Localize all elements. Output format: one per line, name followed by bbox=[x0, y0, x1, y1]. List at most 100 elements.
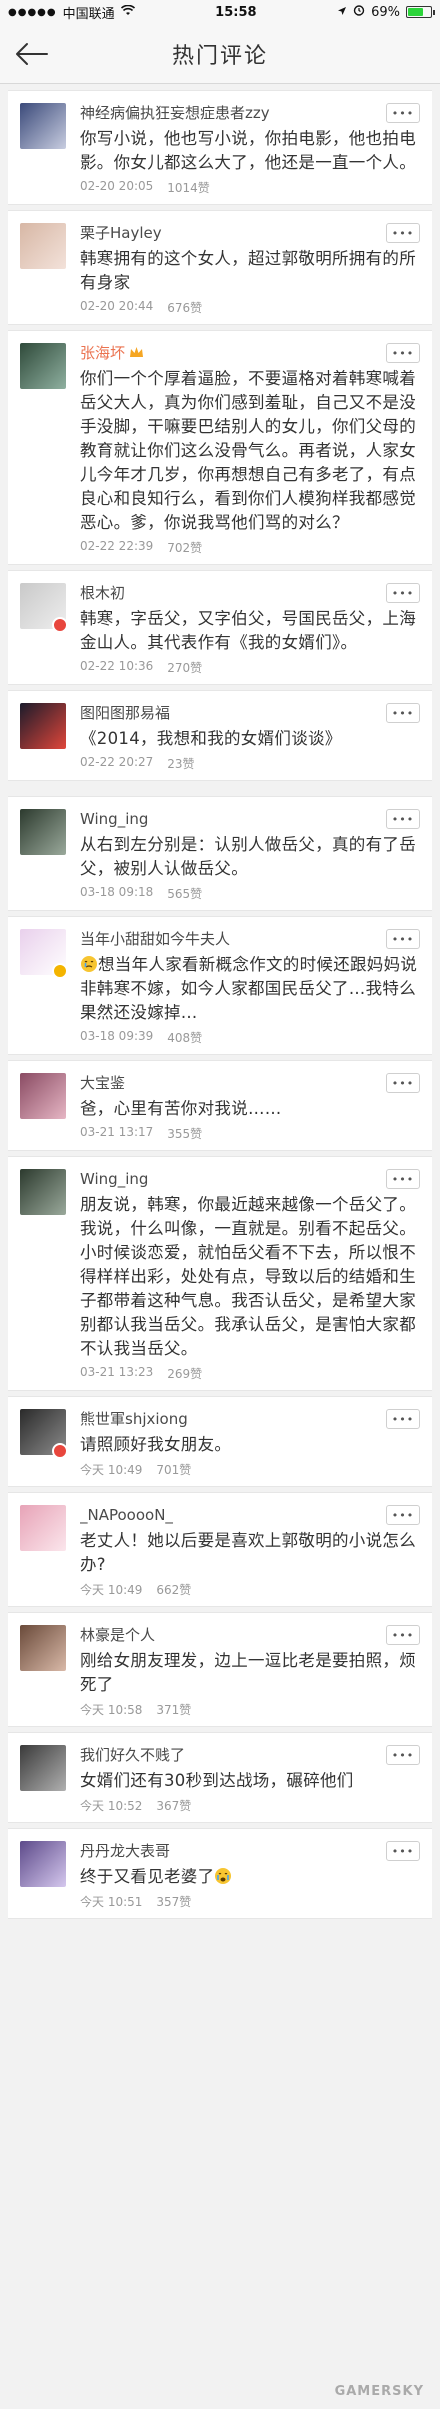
comment-date: 今天 10:49 bbox=[80, 1583, 143, 1597]
more-button[interactable]: ••• bbox=[386, 103, 420, 123]
crying-emoji-icon bbox=[215, 1868, 232, 1884]
tree-avatar[interactable] bbox=[20, 809, 66, 855]
comment-username[interactable]: 熊世軍shjxiong bbox=[80, 1407, 420, 1431]
comment-username[interactable]: 张海坏 bbox=[80, 341, 420, 365]
comment-date: 今天 10:52 bbox=[80, 1799, 143, 1813]
username-text: 根木初 bbox=[80, 584, 126, 602]
more-button[interactable]: ••• bbox=[386, 1073, 420, 1093]
like-count[interactable]: 701赞 bbox=[156, 1461, 191, 1478]
anime-avatar[interactable] bbox=[20, 103, 66, 149]
like-count[interactable]: 702赞 bbox=[167, 539, 202, 556]
tree-avatar[interactable] bbox=[20, 1169, 66, 1215]
comment-username[interactable]: 神经病偏执狂妄想症患者zzy bbox=[80, 101, 420, 125]
comment-username[interactable]: 图阳图那易福 bbox=[80, 701, 420, 725]
comment-text: 朋友说，韩寒，你最近越来越像一个岳父了。我说，什么叫像，一直就是。别看不起岳父。… bbox=[80, 1193, 420, 1361]
comment-card[interactable]: ••• 根木初 韩寒，字岳父，又字伯父，号国民岳父，上海金山人。其代表作有《我的女婿… bbox=[8, 570, 432, 685]
comment-username[interactable]: 我们好久不贱了 bbox=[80, 1743, 420, 1767]
like-count[interactable]: 565赞 bbox=[167, 885, 202, 902]
comment-username[interactable]: 林豪是个人 bbox=[80, 1623, 420, 1647]
comment-meta: 02-22 22:39 702赞 bbox=[80, 539, 420, 556]
more-button[interactable]: ••• bbox=[386, 343, 420, 363]
comment-card[interactable]: ••• Wing_ing 从右到左分别是：认别人做岳父，真的有了岳父，被别人认做岳父… bbox=[8, 796, 432, 911]
more-button[interactable]: ••• bbox=[386, 809, 420, 829]
more-button[interactable]: ••• bbox=[386, 1745, 420, 1765]
comment-body: 朋友说，韩寒，你最近越来越像一个岳父了。我说，什么叫像，一直就是。别看不起岳父。… bbox=[80, 1195, 416, 1358]
carrier-label: 中国联通 bbox=[62, 6, 115, 22]
comment-meta: 02-20 20:44 676赞 bbox=[80, 299, 420, 316]
more-button[interactable]: ••• bbox=[386, 583, 420, 603]
comment-date: 今天 10:49 bbox=[80, 1463, 143, 1477]
purple-avatar[interactable] bbox=[20, 1841, 66, 1887]
more-button[interactable]: ••• bbox=[386, 929, 420, 949]
like-count[interactable]: 662赞 bbox=[156, 1581, 191, 1598]
crown-icon bbox=[130, 347, 144, 357]
comment-username[interactable]: Wing_ing bbox=[80, 807, 420, 831]
like-count[interactable]: 408赞 bbox=[167, 1029, 202, 1046]
status-bar: ●●●●● 中国联通 15:58 69% bbox=[0, 0, 440, 24]
more-button[interactable]: ••• bbox=[386, 1505, 420, 1525]
like-count[interactable]: 355赞 bbox=[167, 1125, 202, 1142]
comment-date: 03-21 13:23 bbox=[80, 1365, 154, 1379]
comment-meta: 02-20 20:05 1014赞 bbox=[80, 179, 420, 196]
comment-date: 03-18 09:18 bbox=[80, 885, 154, 899]
comment-text: 刚给女朋友理发，边上一逗比老是要拍照，烦死了 bbox=[80, 1649, 420, 1697]
location-icon bbox=[337, 5, 347, 20]
man2-avatar[interactable] bbox=[20, 1745, 66, 1791]
comment-text: 想当年人家看新概念作文的时候还跟妈妈说非韩寒不嫁，如今人家都国民岳父了…我特么果… bbox=[80, 953, 420, 1025]
comment-card[interactable]: ••• 神经病偏执狂妄想症患者zzy 你写小说，他也写小说，你拍电影，他也拍电影。你… bbox=[8, 90, 432, 205]
username-text: Wing_ing bbox=[80, 810, 149, 828]
comment-meta: 今天 10:58 371赞 bbox=[80, 1701, 420, 1718]
username-text: _NAPooooN_ bbox=[80, 1506, 173, 1524]
comment-text: 老丈人！她以后要是喜欢上郭敬明的小说怎么办? bbox=[80, 1529, 420, 1577]
comment-card[interactable]: ••• 丹丹龙大表哥 终于又看见老婆了 今天 10:51 357赞 bbox=[8, 1828, 432, 1919]
comment-card[interactable]: ••• 当年小甜甜如今牛夫人想当年人家看新概念作文的时候还跟妈妈说非韩寒不嫁，如今… bbox=[8, 916, 432, 1055]
like-count[interactable]: 367赞 bbox=[156, 1797, 191, 1814]
more-button[interactable]: ••• bbox=[386, 703, 420, 723]
like-count[interactable]: 371赞 bbox=[156, 1701, 191, 1718]
comment-date: 03-21 13:17 bbox=[80, 1125, 154, 1139]
comment-body: 爸，心里有苦你对我说…… bbox=[80, 1099, 282, 1118]
comment-username[interactable]: 根木初 bbox=[80, 581, 420, 605]
comment-username[interactable]: 当年小甜甜如今牛夫人 bbox=[80, 927, 420, 951]
comment-card[interactable]: ••• _NAPooooN_ 老丈人！她以后要是喜欢上郭敬明的小说怎么办? 今天 10… bbox=[8, 1492, 432, 1607]
battery-fill bbox=[407, 8, 424, 16]
comment-card[interactable]: ••• 栗子Hayley 韩寒拥有的这个女人，超过郭敬明所拥有的所有身家 02-20 … bbox=[8, 210, 432, 325]
comment-card[interactable]: ••• 大宝鉴爸，心里有苦你对我说…… 03-21 13:17 355赞 bbox=[8, 1060, 432, 1151]
comment-username[interactable]: Wing_ing bbox=[80, 1167, 420, 1191]
comment-username[interactable]: _NAPooooN_ bbox=[80, 1503, 420, 1527]
more-button[interactable]: ••• bbox=[386, 1409, 420, 1429]
comment-text: 从右到左分别是：认别人做岳父，真的有了岳父，被别人认做岳父。 bbox=[80, 833, 420, 881]
girl2-avatar[interactable] bbox=[20, 1073, 66, 1119]
back-button[interactable] bbox=[14, 38, 50, 70]
comment-card[interactable]: ••• Wing_ing 朋友说，韩寒，你最近越来越像一个岳父了。我说，什么叫像，一… bbox=[8, 1156, 432, 1391]
comment-username[interactable]: 丹丹龙大表哥 bbox=[80, 1839, 420, 1863]
landscape-avatar[interactable] bbox=[20, 343, 66, 389]
comment-card[interactable]: ••• 张海坏 你们一个个厚着逼脸，不要逼格对着韩寒喊着岳父大人，真为你们感到羞耻，… bbox=[8, 330, 432, 565]
more-button[interactable]: ••• bbox=[386, 1625, 420, 1645]
username-text: 丹丹龙大表哥 bbox=[80, 1842, 171, 1860]
comment-username[interactable]: 大宝鉴 bbox=[80, 1071, 420, 1095]
pink-avatar[interactable] bbox=[20, 1505, 66, 1551]
username-text: 当年小甜甜如今牛夫人 bbox=[80, 930, 231, 948]
more-button[interactable]: ••• bbox=[386, 223, 420, 243]
colorbar-avatar[interactable] bbox=[20, 703, 66, 749]
like-count[interactable]: 23赞 bbox=[167, 755, 194, 772]
comment-card[interactable]: ••• 图阳图那易福 《2014，我想和我的女婿们谈谈》 02-22 20:27 23赞 bbox=[8, 690, 432, 781]
more-button[interactable]: ••• bbox=[386, 1169, 420, 1189]
like-count[interactable]: 676赞 bbox=[167, 299, 202, 316]
comment-text: 你写小说，他也写小说，你拍电影，他也拍电影。你女儿都这么大了，他还是一直一个人。 bbox=[80, 127, 420, 175]
girl3-avatar[interactable] bbox=[20, 1625, 66, 1671]
girl-avatar[interactable] bbox=[20, 223, 66, 269]
back-arrow-icon bbox=[16, 43, 48, 65]
username-text: 熊世軍shjxiong bbox=[80, 1410, 188, 1428]
like-count[interactable]: 1014赞 bbox=[167, 179, 210, 196]
comment-username[interactable]: 栗子Hayley bbox=[80, 221, 420, 245]
comment-card[interactable]: ••• 熊世軍shjxiong 请照顾好我女朋友。 今天 10:49 701赞 bbox=[8, 1396, 432, 1487]
like-count[interactable]: 269赞 bbox=[167, 1365, 202, 1382]
more-button[interactable]: ••• bbox=[386, 1841, 420, 1861]
comment-meta: 今天 10:52 367赞 bbox=[80, 1797, 420, 1814]
like-count[interactable]: 357赞 bbox=[156, 1893, 191, 1910]
comment-card[interactable]: ••• 我们好久不贱了 女婿们还有30秒到达战场，碾碎他们 今天 10:52 367赞 bbox=[8, 1732, 432, 1823]
like-count[interactable]: 270赞 bbox=[167, 659, 202, 676]
comment-card[interactable]: ••• 林豪是个人 刚给女朋友理发，边上一逗比老是要拍照，烦死了今天 10:58 37… bbox=[8, 1612, 432, 1727]
